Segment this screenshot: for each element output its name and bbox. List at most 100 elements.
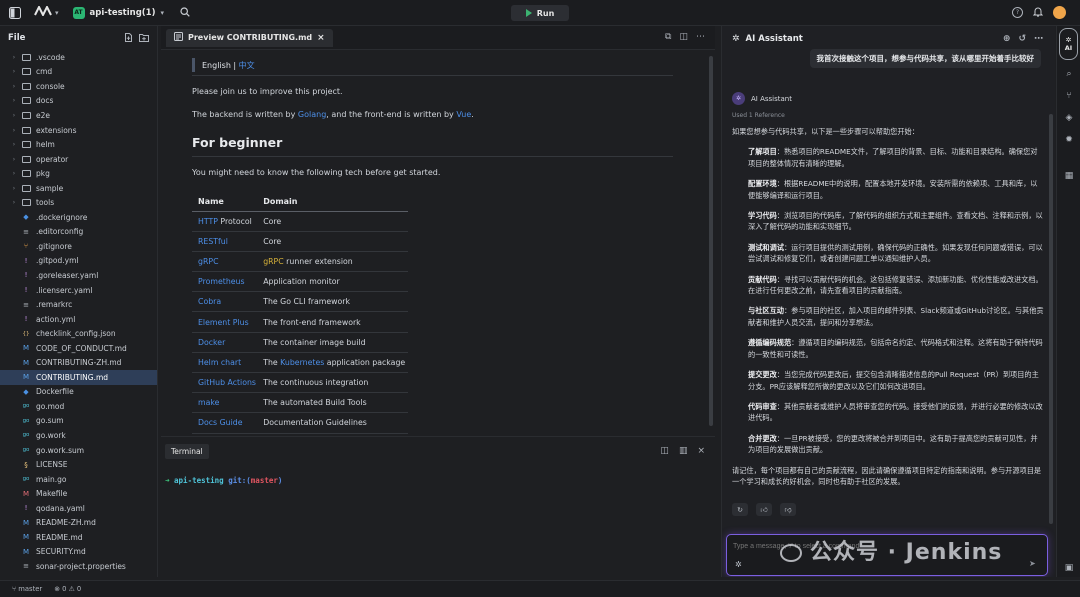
- golang-link[interactable]: Golang: [298, 110, 326, 119]
- tree-folder[interactable]: › tools: [0, 195, 157, 210]
- notification-bell-icon[interactable]: [1032, 6, 1044, 19]
- project-switcher[interactable]: AT api-testing(1) ▾: [72, 6, 164, 19]
- send-icon[interactable]: ➤: [1029, 559, 1039, 569]
- more-actions-icon[interactable]: ⋯: [1034, 34, 1043, 44]
- tree-file[interactable]: go go.mod: [0, 399, 157, 414]
- thumbs-up-icon[interactable]: 👍︎: [756, 503, 772, 516]
- tree-file[interactable]: § LICENSE: [0, 457, 157, 472]
- domain-link[interactable]: Kubernetes: [280, 358, 324, 367]
- tree-file[interactable]: go go.work.sum: [0, 443, 157, 458]
- domain-text: Core: [263, 236, 282, 246]
- terminal-prompt[interactable]: ➜ api-testing git:(master): [165, 476, 282, 485]
- tech-intro-text: You might need to know the following tec…: [192, 168, 441, 177]
- tree-file[interactable]: ◆ .dockerignore: [0, 210, 157, 225]
- ai-scrollbar[interactable]: [1049, 114, 1053, 524]
- new-folder-icon[interactable]: [139, 33, 149, 44]
- domain-link[interactable]: gRPC: [263, 257, 284, 266]
- file-icon: go: [22, 403, 30, 410]
- tree-folder[interactable]: › extensions: [0, 123, 157, 138]
- tree-file[interactable]: ! action.yml: [0, 312, 157, 327]
- retry-icon[interactable]: ↻: [732, 503, 748, 516]
- toggle-sidebar-icon[interactable]: [8, 6, 22, 20]
- tree-folder[interactable]: › e2e: [0, 108, 157, 123]
- tree-folder[interactable]: › docs: [0, 94, 157, 109]
- new-file-icon[interactable]: [124, 32, 133, 44]
- tree-folder[interactable]: › .vscode: [0, 50, 157, 65]
- tree-file[interactable]: ≡ .editorconfig: [0, 225, 157, 240]
- split-terminal-icon[interactable]: ◫: [660, 446, 669, 456]
- tree-file[interactable]: go go.work: [0, 428, 157, 443]
- reference-count[interactable]: Used 1 Reference: [732, 112, 785, 119]
- run-button[interactable]: Run: [511, 5, 569, 21]
- vue-link[interactable]: Vue: [456, 110, 471, 119]
- file-icon: go: [22, 476, 30, 483]
- thumbs-down-icon[interactable]: 👎︎: [780, 503, 796, 516]
- tree-file[interactable]: ! qodana.yaml: [0, 501, 157, 516]
- tree-file[interactable]: {} checklink_config.json: [0, 326, 157, 341]
- tech-link[interactable]: RESTful: [198, 237, 228, 246]
- history-icon[interactable]: ↺: [1018, 34, 1026, 44]
- help-icon[interactable]: ?: [1012, 7, 1023, 18]
- tree-folder[interactable]: › cmd: [0, 65, 157, 80]
- tree-folder[interactable]: › console: [0, 79, 157, 94]
- tech-link[interactable]: GitHub Actions: [198, 378, 256, 387]
- tree-file[interactable]: M README-ZH.md: [0, 516, 157, 531]
- problems-indicator[interactable]: ⊗ 0 ⚠︎ 0: [54, 585, 81, 593]
- tech-link[interactable]: Cobra: [198, 297, 221, 306]
- search-icon[interactable]: ⌕: [1063, 68, 1075, 80]
- tree-folder[interactable]: › helm: [0, 137, 157, 152]
- tree-file[interactable]: ◆ Dockerfile: [0, 385, 157, 400]
- tree-file[interactable]: ! .goreleaser.yaml: [0, 268, 157, 283]
- branch-indicator[interactable]: ⑂ master: [12, 585, 42, 593]
- tab-contributing-preview[interactable]: Preview CONTRIBUTING.md ×: [166, 28, 333, 47]
- open-source-icon[interactable]: ⧉: [665, 32, 671, 42]
- tree-file[interactable]: ≡ .remarkrc: [0, 297, 157, 312]
- lang-chinese-link[interactable]: 中文: [239, 60, 255, 71]
- watermark: 公众号 · Jenkins: [780, 534, 1002, 566]
- tree-file[interactable]: M CODE_OF_CONDUCT.md: [0, 341, 157, 356]
- tree-file[interactable]: ⑂ .gitignore: [0, 239, 157, 254]
- tree-file[interactable]: ≡ sonar-project.properties: [0, 559, 157, 574]
- tab-terminal[interactable]: Terminal: [165, 444, 209, 459]
- tree-file[interactable]: go main.go: [0, 472, 157, 487]
- tree-file[interactable]: M CONTRIBUTING.md: [0, 370, 157, 385]
- layout-grid-icon[interactable]: ▦: [1063, 170, 1075, 182]
- new-chat-icon[interactable]: ⊕: [1003, 34, 1011, 44]
- tech-link[interactable]: Docs Guide: [198, 418, 243, 427]
- search-icon[interactable]: [180, 6, 190, 19]
- terminal-layout-icon[interactable]: ▥: [679, 446, 688, 456]
- app-menu-chevron-icon[interactable]: ▾: [55, 9, 59, 17]
- close-icon[interactable]: ×: [697, 446, 705, 456]
- tech-link[interactable]: Element Plus: [198, 318, 249, 327]
- more-actions-icon[interactable]: ⋯: [696, 32, 705, 42]
- split-editor-icon[interactable]: ◫: [679, 32, 688, 42]
- ai-assistant-toggle[interactable]: ✲ AI: [1059, 28, 1078, 60]
- source-control-icon[interactable]: ⑂: [1063, 90, 1075, 102]
- tree-file[interactable]: ! .licenserc.yaml: [0, 283, 157, 298]
- tree-folder[interactable]: › sample: [0, 181, 157, 196]
- user-avatar[interactable]: [1053, 6, 1066, 19]
- tree-folder[interactable]: › pkg: [0, 166, 157, 181]
- tech-link[interactable]: Helm chart: [198, 358, 241, 367]
- tech-link[interactable]: gRPC: [198, 257, 219, 266]
- debug-icon[interactable]: ✹: [1063, 134, 1075, 146]
- tree-folder[interactable]: › operator: [0, 152, 157, 167]
- domain-text: Core: [263, 216, 282, 226]
- tree-file[interactable]: go go.sum: [0, 414, 157, 429]
- tree-file[interactable]: M Makefile: [0, 486, 157, 501]
- tree-file[interactable]: M SECURITY.md: [0, 545, 157, 560]
- tech-link[interactable]: HTTP: [198, 217, 218, 226]
- tech-link[interactable]: Prometheus: [198, 277, 245, 286]
- editor-scrollbar[interactable]: [709, 56, 713, 426]
- chevron-right-icon: ›: [12, 82, 16, 90]
- tree-file[interactable]: M CONTRIBUTING-ZH.md: [0, 355, 157, 370]
- extensions-icon[interactable]: ◈: [1063, 112, 1075, 124]
- tech-link[interactable]: Docker: [198, 338, 225, 347]
- tree-file[interactable]: ! .gitpod.yml: [0, 254, 157, 269]
- tree-file[interactable]: M README.md: [0, 530, 157, 545]
- sparkle-icon[interactable]: ✲: [735, 560, 742, 569]
- panel-toggle-icon[interactable]: ▣: [1063, 562, 1075, 574]
- tech-suffix: Protocol: [217, 216, 252, 226]
- tech-link[interactable]: make: [198, 398, 219, 407]
- close-icon[interactable]: ×: [317, 33, 325, 43]
